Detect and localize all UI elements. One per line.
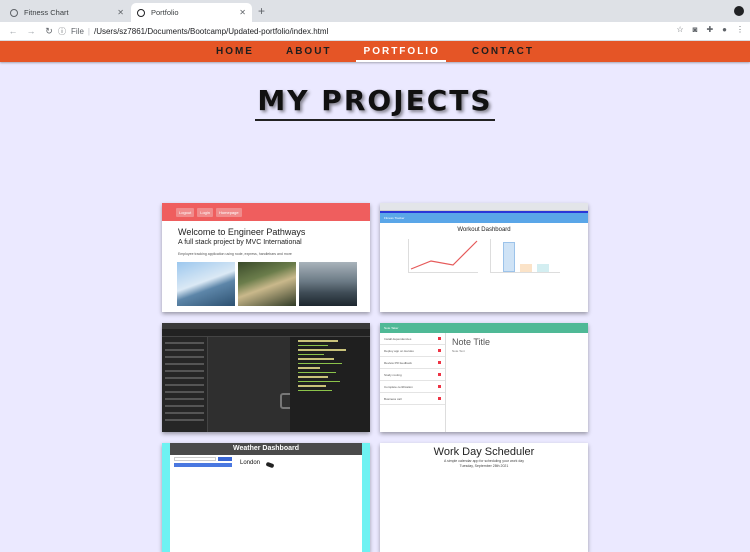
mountain-image — [177, 262, 235, 306]
browser-toolbar: ← → ↻ ⓘ File | /Users/sz7861/Documents/B… — [0, 22, 750, 41]
tab-search-icon[interactable] — [734, 6, 744, 16]
project-card-note-taker[interactable]: Note Taker Install dependencies Deploy a… — [380, 323, 588, 432]
dark-app-screenshot — [162, 323, 370, 432]
line-chart-thumbnail — [408, 239, 478, 273]
info-icon[interactable]: ⓘ — [58, 26, 66, 37]
project-card-postman[interactable] — [162, 323, 370, 432]
note-item: Business call — [380, 393, 445, 405]
tab-portfolio[interactable]: Portfolio ✕ — [131, 3, 252, 22]
tab-fitness-chart[interactable]: Fitness Chart ✕ — [4, 3, 130, 22]
bookmark-star-icon[interactable]: ☆ — [676, 25, 683, 34]
nav-portfolio[interactable]: PORTFOLIO — [348, 46, 456, 62]
url-scheme: File — [71, 27, 84, 36]
menu-icon[interactable]: ⋮ — [736, 25, 744, 34]
app-code-pane — [290, 337, 370, 432]
app-main-pane — [208, 337, 294, 432]
url-text[interactable]: /Users/sz7861/Documents/Bootcamp/Updated… — [94, 27, 328, 36]
logout-button: Logout — [176, 207, 195, 217]
card-header: Fitness Tracker — [380, 213, 588, 223]
browser-tab-strip: Fitness Chart ✕ Portfolio ✕ + — [0, 0, 750, 22]
line-series — [410, 240, 478, 270]
heading-wrap: MY PROJECTS — [0, 84, 750, 121]
card-title: Weather Dashboard — [170, 443, 362, 455]
project-card-workout-dashboard[interactable]: Fitness Tracker Workout Dashboard — [380, 203, 588, 312]
toolbar-icons: ☆ ◙ ✚ ● ⋮ — [676, 25, 744, 34]
tab-title: Portfolio — [151, 8, 179, 17]
close-tab-icon[interactable]: ✕ — [239, 8, 246, 17]
city-name: London — [240, 460, 261, 466]
back-icon[interactable]: ← — [8, 26, 18, 36]
site-nav: HOME ABOUT PORTFOLIO CONTACT — [0, 41, 750, 62]
lake-image — [299, 262, 357, 306]
note-item: Deploy app on Heroku — [380, 345, 445, 357]
city-search-field — [174, 457, 216, 461]
notes-list: Install dependencies Deploy app on Herok… — [380, 333, 446, 432]
login-button: Login — [197, 207, 214, 217]
card-navbar: Logout Login Homepage — [162, 203, 370, 221]
project-card-work-day-scheduler[interactable]: Work Day Scheduler A simple calendar app… — [380, 443, 588, 552]
extensions-icon[interactable]: ✚ — [706, 25, 713, 34]
card-images — [177, 262, 370, 306]
history-button — [174, 463, 232, 467]
note-item: Study routing — [380, 369, 445, 381]
card-description: Employee tracking application using node… — [178, 252, 292, 256]
profile-icon[interactable]: ● — [722, 25, 727, 34]
camera-icon[interactable]: ◙ — [693, 25, 698, 34]
url-separator: | — [87, 27, 90, 36]
globe-icon — [10, 8, 18, 17]
project-card-engineer-pathways[interactable]: Logout Login Homepage Welcome to Enginee… — [162, 203, 370, 312]
forward-icon[interactable]: → — [26, 26, 36, 36]
bar — [537, 264, 549, 272]
nav-contact[interactable]: CONTACT — [456, 46, 550, 57]
globe-icon — [137, 8, 145, 17]
app-sidebar — [162, 337, 208, 432]
new-tab-button[interactable]: + — [258, 4, 265, 18]
weather-icon — [265, 461, 275, 469]
card-header: Note Taker — [380, 323, 588, 333]
screenshot-browser-chrome — [380, 203, 588, 211]
nav-home[interactable]: HOME — [200, 46, 270, 57]
cyan-border-left — [162, 443, 170, 552]
card-charts — [380, 233, 588, 293]
cyan-border-right — [362, 443, 370, 552]
note-text: Note Text — [452, 349, 465, 353]
card-subtitle: A simple calendar app for scheduling you… — [444, 459, 524, 463]
page-title: MY PROJECTS — [255, 84, 495, 121]
close-tab-icon[interactable]: ✕ — [117, 8, 124, 17]
note-item: Review PR feedback — [380, 357, 445, 369]
app-toolbar — [162, 329, 370, 337]
note-item: Install dependencies — [380, 333, 445, 345]
card-title: Welcome to Engineer Pathways — [178, 227, 306, 237]
homepage-button: Homepage — [216, 207, 242, 217]
search-button — [218, 457, 232, 461]
note-item: Complete certification — [380, 381, 445, 393]
card-title: Work Day Scheduler — [433, 446, 535, 458]
note-title: Note Title — [452, 337, 491, 347]
line-chart-svg — [410, 240, 478, 270]
bar — [503, 242, 515, 272]
card-subtitle: A full stack project by MVC Internationa… — [178, 239, 302, 246]
address-bar[interactable]: ⓘ File | /Users/sz7861/Documents/Bootcam… — [58, 24, 664, 39]
current-date: Tuesday, September 28th 2021 — [459, 464, 509, 468]
bar-chart-thumbnail — [490, 239, 560, 273]
reload-icon[interactable]: ↻ — [44, 26, 54, 37]
bar — [520, 264, 532, 272]
nav-about[interactable]: ABOUT — [270, 46, 348, 57]
tab-title: Fitness Chart — [24, 8, 69, 17]
bridge-image — [238, 262, 296, 306]
project-card-weather-dashboard[interactable]: Weather Dashboard London — [162, 443, 370, 552]
